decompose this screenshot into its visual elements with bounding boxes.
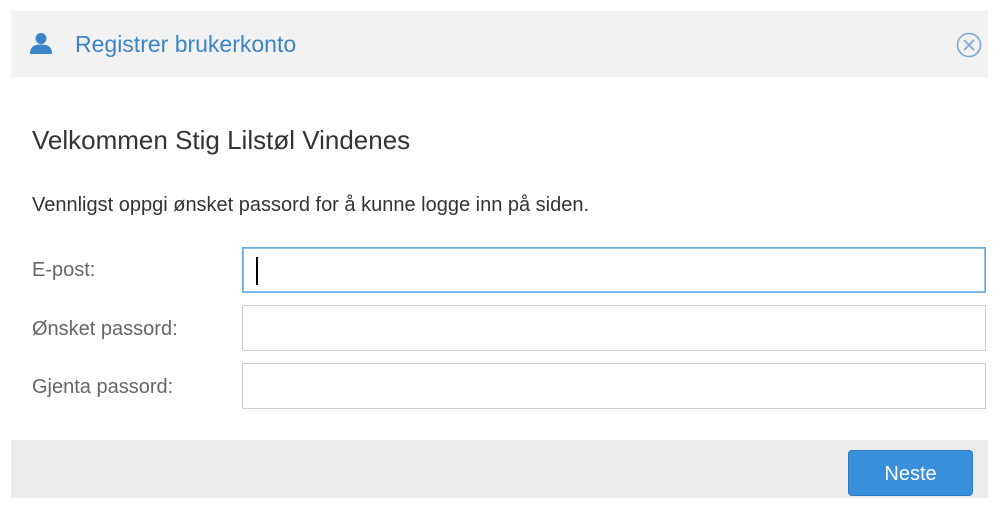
instructions-text: Vennligst oppgi ønsket passord for å kun… (32, 194, 590, 216)
user-icon (30, 33, 52, 54)
register-dialog: Registrer brukerkonto Velkommen Stig Lil… (11, 11, 988, 498)
email-field[interactable] (242, 247, 986, 293)
password-label: Ønsket passord: (32, 318, 178, 340)
welcome-heading: Velkommen Stig Lilstøl Vindenes (32, 125, 411, 155)
email-label: E-post: (32, 259, 96, 281)
repeat-password-field[interactable] (242, 363, 986, 409)
close-icon[interactable] (956, 32, 982, 58)
repeat-password-label: Gjenta passord: (32, 376, 174, 398)
dialog-body: Velkommen Stig Lilstøl Vindenes Vennligs… (11, 77, 988, 440)
next-button[interactable]: Neste (848, 450, 973, 496)
dialog-header: Registrer brukerkonto (11, 11, 988, 77)
text-caret (256, 257, 258, 285)
dialog-footer: Neste (11, 440, 988, 498)
dialog-title: Registrer brukerkonto (75, 31, 297, 57)
password-field[interactable] (242, 305, 986, 351)
